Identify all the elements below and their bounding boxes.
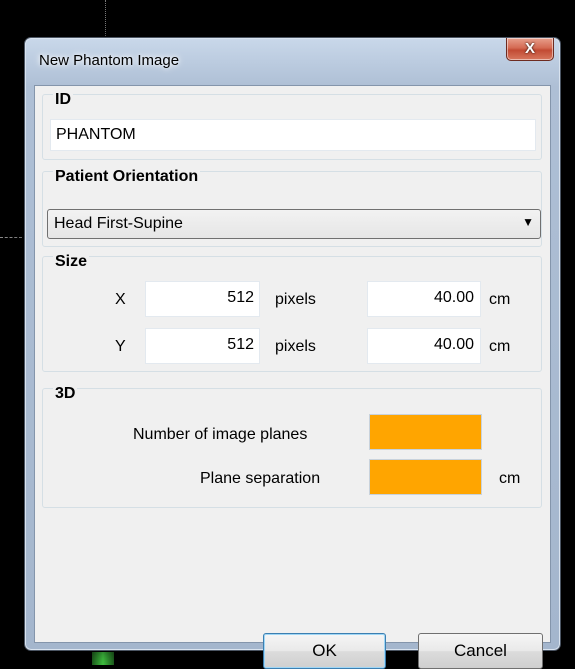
size-y-pixels-unit: pixels xyxy=(275,338,316,355)
size-y-label: Y xyxy=(115,338,126,355)
title-bar[interactable]: New Phantom Image X xyxy=(25,38,560,84)
size-y-length-input[interactable]: 40.00 xyxy=(367,328,481,364)
three-d-group: 3D Number of image planes Plane separati… xyxy=(42,385,542,508)
size-x-pixels-input[interactable]: 512 xyxy=(145,281,260,317)
size-x-pixels-unit: pixels xyxy=(275,291,316,308)
image-planes-label: Number of image planes xyxy=(133,426,308,443)
size-group-label: Size xyxy=(53,253,90,271)
patient-orientation-value: Head First-Supine xyxy=(54,215,183,232)
cancel-button[interactable]: Cancel xyxy=(418,633,543,669)
new-phantom-image-dialog: New Phantom Image X ID PHANTOM Patient O… xyxy=(24,37,561,669)
close-button[interactable]: X xyxy=(506,38,554,61)
size-x-label: X xyxy=(115,291,126,308)
plane-separation-label: Plane separation xyxy=(200,470,321,487)
background-guide-line xyxy=(105,0,106,36)
dialog-content: ID PHANTOM Patient Orientation Head Firs… xyxy=(34,85,551,669)
size-y-pixels-input[interactable]: 512 xyxy=(145,328,260,364)
background-window xyxy=(0,0,575,40)
size-group: Size X 512 pixels 40.00 cm Y 512 pixels … xyxy=(42,253,542,372)
id-input[interactable]: PHANTOM xyxy=(50,119,536,151)
size-y-length-unit: cm xyxy=(489,338,511,355)
ok-button[interactable]: OK xyxy=(263,633,386,669)
id-group-label: ID xyxy=(53,91,73,109)
plane-separation-input[interactable] xyxy=(369,459,482,495)
chevron-down-icon: ▼ xyxy=(522,215,534,229)
image-planes-input[interactable] xyxy=(369,414,482,450)
background-marker xyxy=(92,652,114,665)
patient-orientation-label: Patient Orientation xyxy=(53,168,201,186)
close-icon: X xyxy=(524,40,535,57)
size-x-length-unit: cm xyxy=(489,291,511,308)
background-guide-line xyxy=(0,237,22,238)
patient-orientation-select[interactable]: Head First-Supine ▼ xyxy=(47,209,541,239)
dialog-title: New Phantom Image xyxy=(39,52,180,69)
id-group: ID PHANTOM xyxy=(42,91,542,160)
plane-separation-unit: cm xyxy=(499,470,521,487)
size-x-length-input[interactable]: 40.00 xyxy=(367,281,481,317)
three-d-group-label: 3D xyxy=(53,385,78,403)
